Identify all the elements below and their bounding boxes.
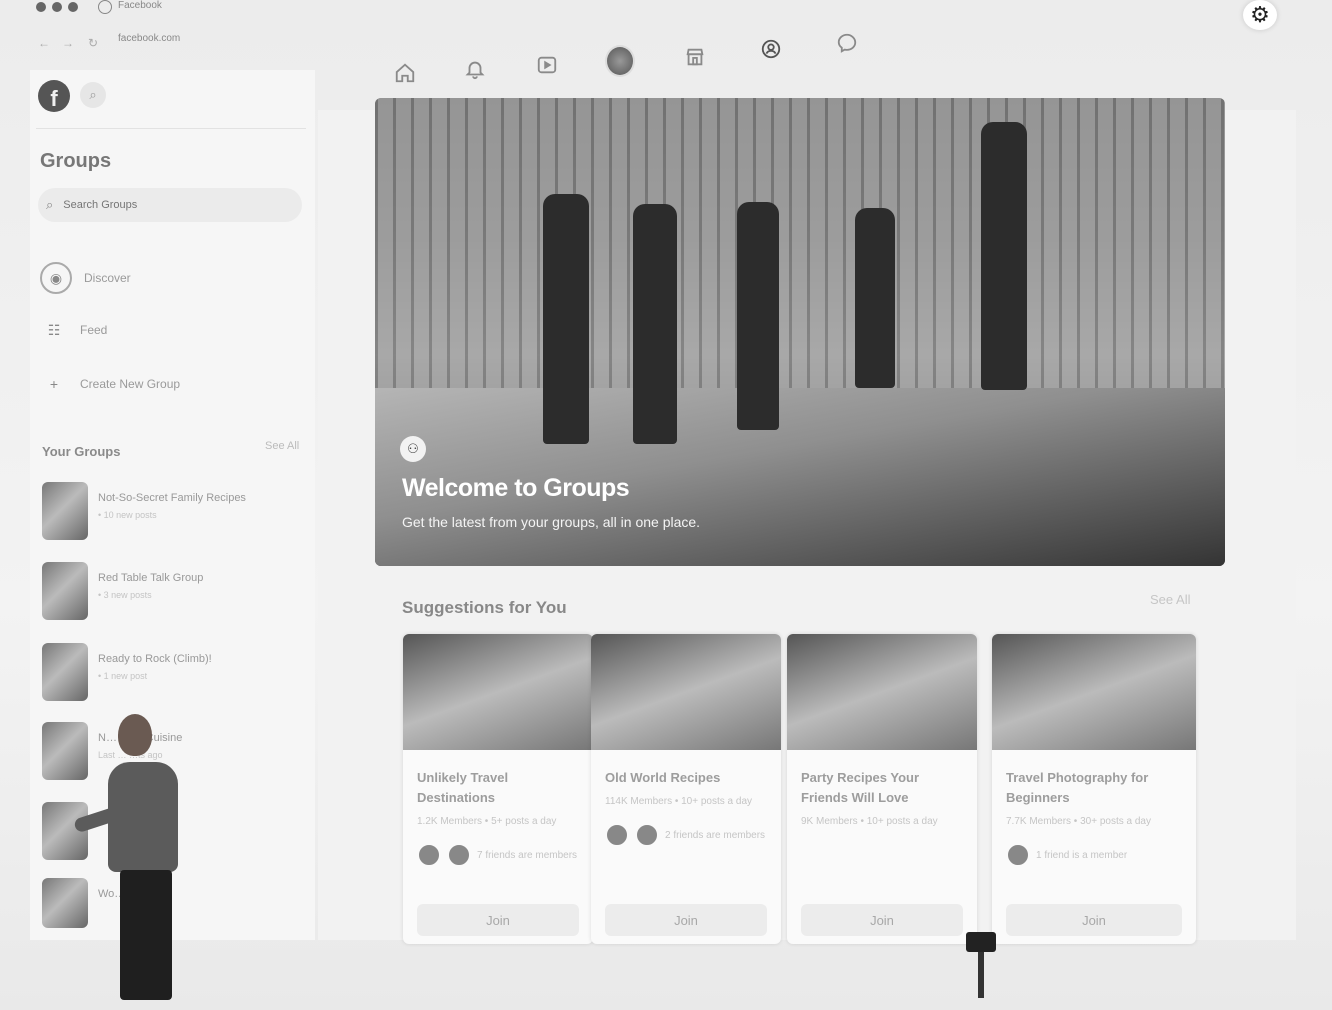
group-name: Red Table Talk Group bbox=[98, 572, 204, 584]
card-image bbox=[787, 634, 977, 750]
join-button[interactable]: Join bbox=[605, 904, 767, 936]
hero-photo-person bbox=[737, 202, 779, 430]
profile-avatar[interactable] bbox=[605, 45, 635, 77]
group-activity: • 10 new posts bbox=[98, 510, 157, 520]
groups-badge-icon: ⚇ bbox=[400, 436, 426, 462]
hero-photo-person bbox=[543, 194, 589, 444]
search-icon: ⌕ bbox=[46, 197, 54, 212]
group-activity: • 1 new post bbox=[98, 671, 148, 681]
presentation-screen: Facebook ← → ↻ facebook.com ⚙ f ⌕ Groups… bbox=[0, 0, 1332, 1010]
suggestion-card[interactable]: Travel Photography for Beginners 7.7K Me… bbox=[992, 634, 1196, 944]
plus-icon: + bbox=[49, 376, 59, 392]
sidebar-item-label: Feed bbox=[80, 323, 108, 337]
group-name: Not-So-Secret Family Recipes bbox=[98, 492, 246, 504]
group-list-item[interactable]: Not-So-Secret Family Recipes • 10 new po… bbox=[42, 482, 246, 540]
card-info: 1.2K Members • 5+ posts a day bbox=[417, 816, 557, 827]
window-minimize-button[interactable] bbox=[52, 2, 62, 12]
group-list-item[interactable]: Red Table Talk Group • 3 new posts bbox=[42, 562, 203, 620]
hero-photo-person bbox=[855, 208, 895, 388]
group-search-input[interactable] bbox=[61, 198, 266, 212]
card-info: 9K Members • 10+ posts a day bbox=[801, 816, 938, 827]
browser-titlebar bbox=[20, 0, 1300, 18]
facebook-logo-icon[interactable]: f bbox=[38, 80, 70, 112]
sidebar-item-discover[interactable]: ◉ Discover bbox=[40, 262, 131, 294]
window-zoom-button[interactable] bbox=[68, 2, 78, 12]
browser-tab-label[interactable]: Facebook bbox=[118, 0, 162, 11]
hero-photo-person bbox=[633, 204, 677, 444]
card-friends: 2 friends are members bbox=[605, 823, 767, 847]
sidebar-title: Groups bbox=[40, 150, 112, 172]
your-groups-see-all-link[interactable]: See All bbox=[265, 440, 299, 452]
search-icon[interactable]: ⌕ bbox=[80, 82, 106, 108]
hero-photo-person bbox=[981, 122, 1027, 390]
card-info: 114K Members • 10+ posts a day bbox=[605, 796, 753, 807]
card-friends-label: 2 friends are members bbox=[665, 829, 766, 841]
reload-button[interactable]: ↻ bbox=[88, 36, 98, 50]
card-friends: 7 friends are members bbox=[417, 843, 579, 867]
card-title: Travel Photography for Beginners bbox=[1006, 770, 1149, 805]
video-icon[interactable] bbox=[532, 50, 562, 80]
suggestions-heading: Suggestions for You bbox=[402, 598, 567, 617]
marketplace-icon[interactable] bbox=[680, 42, 710, 72]
join-button[interactable]: Join bbox=[801, 904, 963, 936]
card-title: Unlikely Travel Destinations bbox=[417, 770, 509, 805]
settings-gear-icon[interactable]: ⚙ bbox=[1243, 0, 1277, 30]
group-search-field[interactable]: ⌕ bbox=[38, 188, 302, 222]
sidebar-item-feed[interactable]: ☷ Feed bbox=[40, 316, 108, 344]
friend-avatar bbox=[635, 823, 659, 847]
suggestion-card[interactable]: Unlikely Travel Destinations 1.2K Member… bbox=[403, 634, 593, 944]
card-friends-label: 7 friends are members bbox=[477, 849, 578, 861]
join-button[interactable]: Join bbox=[1006, 904, 1182, 936]
your-groups-heading: Your Groups bbox=[42, 444, 121, 459]
suggestion-card[interactable]: Party Recipes Your Friends Will Love 9K … bbox=[787, 634, 977, 944]
join-button[interactable]: Join bbox=[417, 904, 579, 936]
card-image bbox=[403, 634, 593, 750]
address-bar[interactable]: facebook.com bbox=[118, 33, 180, 44]
browser-tab-icon bbox=[98, 0, 112, 14]
group-list-item[interactable]: Ready to Rock (Climb)! • 1 new post bbox=[42, 643, 212, 701]
card-info: 7.7K Members • 30+ posts a day bbox=[1006, 816, 1151, 827]
presenter-figure bbox=[60, 714, 210, 1000]
window-close-button[interactable] bbox=[36, 2, 46, 12]
feed-icon: ☷ bbox=[47, 321, 61, 338]
hero-title: Welcome to Groups bbox=[402, 474, 630, 502]
card-friends: 1 friend is a member bbox=[1006, 843, 1182, 867]
groups-icon[interactable] bbox=[756, 34, 786, 64]
friend-avatar bbox=[605, 823, 629, 847]
camera-icon bbox=[966, 932, 996, 952]
group-thumbnail bbox=[42, 643, 88, 701]
home-icon[interactable] bbox=[390, 58, 420, 88]
sidebar-divider bbox=[36, 128, 306, 129]
suggestions-see-all-link[interactable]: See All bbox=[1150, 592, 1190, 607]
card-image bbox=[591, 634, 781, 750]
card-friends-label: 1 friend is a member bbox=[1036, 849, 1128, 861]
messenger-icon[interactable] bbox=[832, 28, 862, 58]
group-thumbnail bbox=[42, 482, 88, 540]
sidebar-item-label: Create New Group bbox=[80, 377, 181, 391]
forward-button[interactable]: → bbox=[62, 36, 74, 50]
bell-icon[interactable] bbox=[460, 54, 490, 84]
friend-avatar bbox=[1006, 843, 1030, 867]
group-name: Ready to Rock (Climb)! bbox=[98, 653, 212, 665]
hero-subtitle: Get the latest from your groups, all in … bbox=[402, 514, 701, 530]
sidebar-item-create-group[interactable]: + Create New Group bbox=[40, 370, 180, 398]
card-title: Old World Recipes bbox=[605, 770, 721, 785]
friend-avatar bbox=[417, 843, 441, 867]
group-thumbnail bbox=[42, 562, 88, 620]
card-image bbox=[992, 634, 1196, 750]
group-activity: • 3 new posts bbox=[98, 590, 152, 600]
sidebar-item-label: Discover bbox=[84, 271, 131, 285]
camera-stand bbox=[978, 952, 984, 998]
hero-photo-fence bbox=[375, 98, 1225, 388]
suggestion-card[interactable]: Old World Recipes 114K Members • 10+ pos… bbox=[591, 634, 781, 944]
friend-avatar bbox=[447, 843, 471, 867]
compass-icon: ◉ bbox=[40, 262, 72, 294]
card-title: Party Recipes Your Friends Will Love bbox=[801, 770, 920, 805]
back-button[interactable]: ← bbox=[38, 36, 50, 50]
